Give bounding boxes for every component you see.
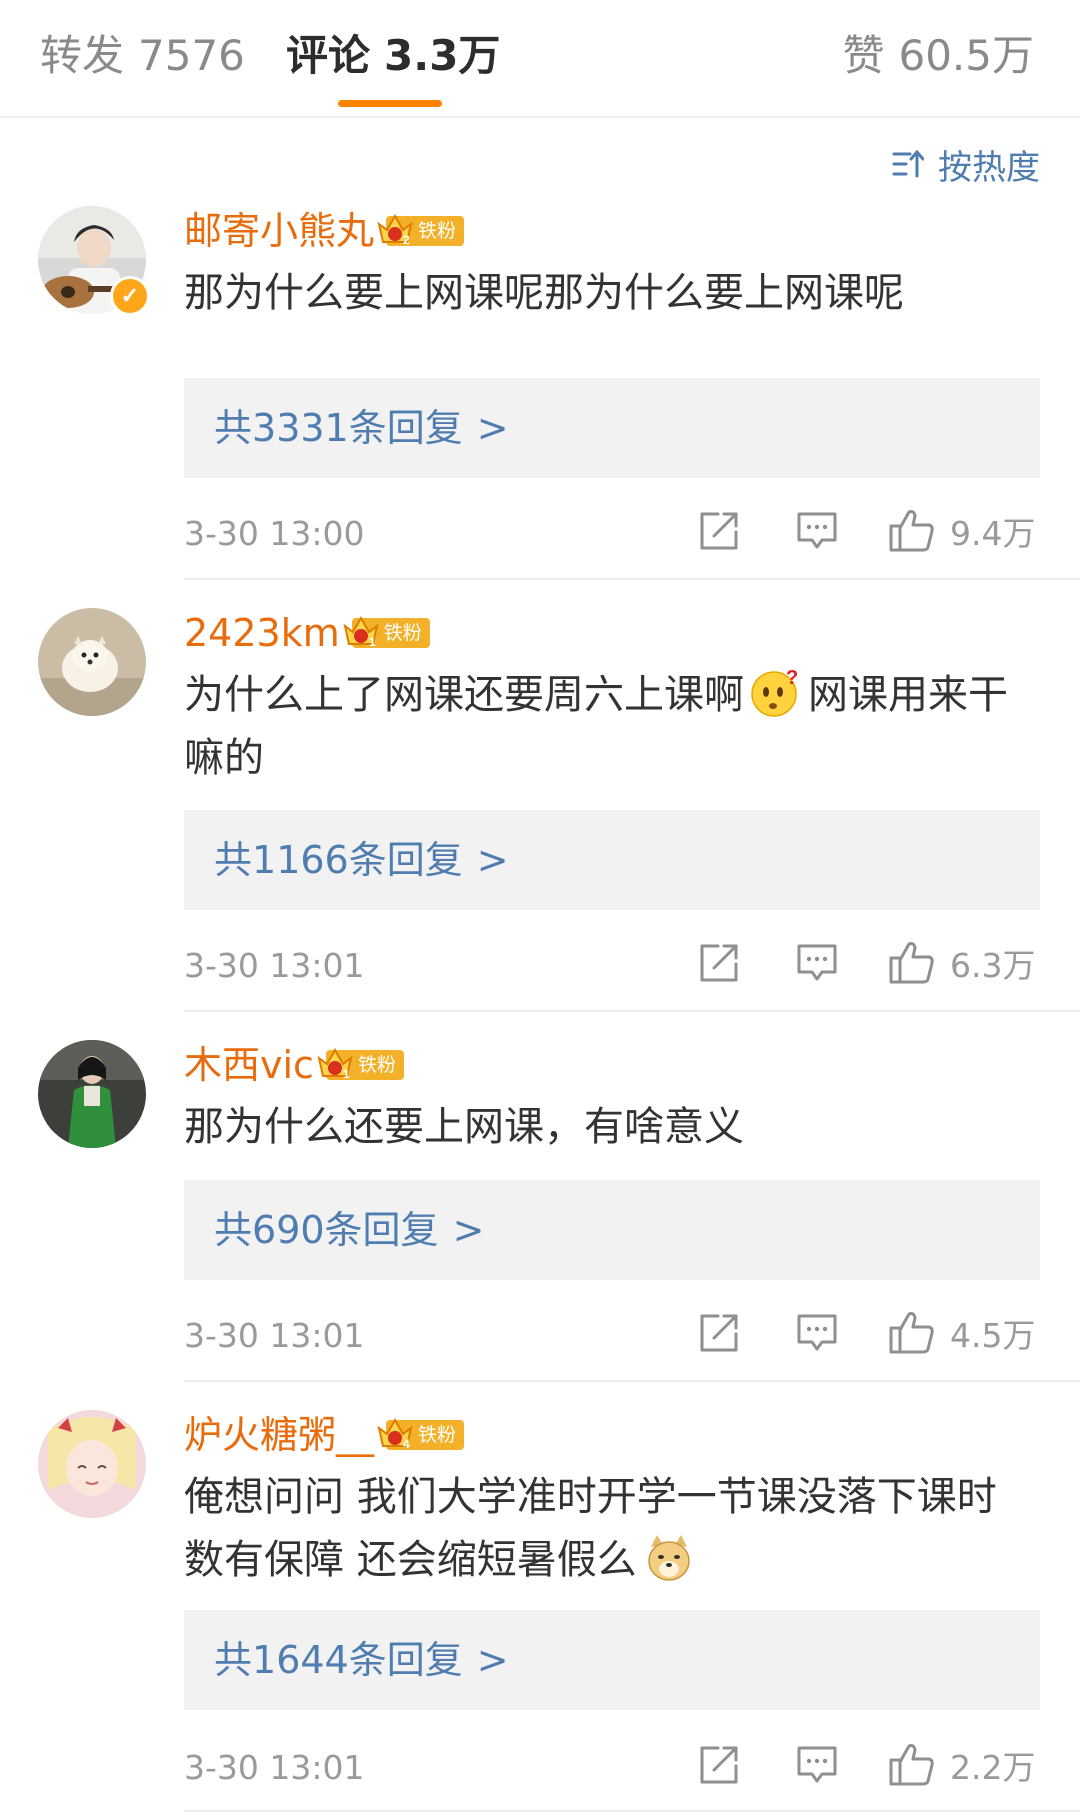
timestamp: 3-30 13:01 (184, 1316, 365, 1355)
avatar-image (38, 1410, 146, 1518)
reply-suffix: 条回复 (348, 406, 463, 450)
divider (184, 1810, 1080, 1812)
username[interactable]: 2423km (184, 608, 340, 658)
username[interactable]: 木西vic (184, 1040, 314, 1090)
thumbs-up-icon[interactable] (888, 938, 936, 986)
reply-suffix: 条回复 (348, 1638, 463, 1682)
like-count: 4.5万 (950, 1316, 1036, 1355)
svg-text:2: 2 (403, 233, 410, 246)
reply-count: 3331 (252, 406, 349, 450)
fan-badge[interactable]: 2 铁粉 (377, 213, 465, 246)
tab-likes-label: 赞 (842, 31, 885, 80)
username[interactable]: 邮寄小熊丸 (184, 206, 374, 256)
share-icon[interactable] (698, 1312, 740, 1354)
avatar[interactable]: ✓ (38, 206, 150, 316)
svg-text:?: ? (786, 667, 798, 689)
chevron-right-icon: > (476, 1638, 509, 1682)
tab-repost[interactable]: 转发 7576 (40, 30, 245, 82)
crown-icon: 4 (377, 1417, 413, 1450)
tab-comments-count: 3.3万 (384, 31, 501, 80)
fan-badge[interactable]: 1 铁粉 (317, 1047, 404, 1080)
timestamp: 3-30 13:00 (184, 514, 365, 553)
tab-repost-label: 转发 (40, 31, 125, 80)
thinking-emoji-icon: ? (751, 667, 798, 717)
avatar-image (38, 608, 146, 716)
chevron-right-icon: > (476, 838, 509, 882)
reply-count: 1166 (252, 838, 349, 882)
fan-badge[interactable]: 4 铁粉 (377, 1417, 465, 1450)
reply-prefix: 共 (214, 1638, 253, 1682)
reply-prefix: 共 (214, 1208, 253, 1252)
thumbs-up-icon[interactable] (888, 1308, 936, 1356)
avatar[interactable] (38, 1040, 146, 1148)
comment-icon[interactable] (796, 942, 838, 984)
tab-likes[interactable]: 赞 60.5万 (842, 30, 1034, 82)
comment-text-part: 为什么上了网课还要周六上课啊 (184, 672, 744, 718)
avatar[interactable] (38, 1410, 146, 1518)
comment-text: 那为什么还要上网课，有啥意义 (184, 1104, 744, 1150)
username[interactable]: 炉火糖粥__ (184, 1410, 374, 1460)
share-icon[interactable] (698, 1744, 740, 1786)
reply-prefix: 共 (214, 838, 253, 882)
thumbs-up-icon[interactable] (888, 1740, 936, 1788)
tab-comments-label: 评论 (286, 31, 371, 80)
fan-badge-label: 铁粉 (418, 220, 457, 242)
avatar[interactable] (38, 608, 146, 716)
crown-icon: 2 (377, 213, 413, 246)
view-replies-link[interactable]: 共1644条回复 > (214, 1634, 509, 1686)
sort-by-hot-button[interactable]: 按热度 (892, 140, 1040, 188)
replies-box[interactable]: 共1644条回复 > (184, 1610, 1040, 1710)
crown-icon: 1 (317, 1047, 353, 1080)
active-tab-indicator (338, 100, 442, 107)
comment-text-part: 俺想问问 我们大学准时开学一节课没落下课时数有保障 还会缩短暑假么 (184, 1474, 997, 1583)
avatar-image (38, 1040, 146, 1148)
reply-prefix: 共 (214, 406, 253, 450)
tab-likes-count: 60.5万 (898, 31, 1034, 80)
timestamp: 3-30 13:01 (184, 1748, 365, 1787)
doge-emoji-icon (647, 1535, 690, 1581)
svg-text:1: 1 (343, 1067, 350, 1080)
comment-icon[interactable] (796, 510, 838, 552)
divider (184, 1010, 1080, 1012)
reply-suffix: 条回复 (348, 838, 463, 882)
timestamp: 3-30 13:01 (184, 946, 365, 985)
like-count: 9.4万 (950, 514, 1036, 553)
fan-badge[interactable]: 1 铁粉 (343, 615, 430, 648)
replies-box[interactable]: 共1166条回复 > (184, 810, 1040, 910)
comment-text: 为什么上了网课还要周六上课啊 ? 网课用来干嘛的 (184, 664, 1024, 790)
comment-icon[interactable] (796, 1744, 838, 1786)
view-replies-link[interactable]: 共690条回复 > (214, 1204, 484, 1256)
reply-count: 1644 (252, 1638, 349, 1682)
svg-text:1: 1 (369, 635, 376, 648)
replies-box[interactable]: 共3331条回复 > (184, 378, 1040, 478)
divider (184, 1380, 1080, 1382)
share-icon[interactable] (698, 942, 740, 984)
comment-text: 那为什么要上网课呢那为什么要上网课呢 (184, 270, 904, 316)
reply-suffix: 条回复 (324, 1208, 439, 1252)
chevron-right-icon: > (452, 1208, 485, 1252)
fan-badge-label: 铁粉 (418, 1424, 457, 1446)
fan-badge-label: 铁粉 (357, 1054, 396, 1076)
fan-badge-label: 铁粉 (383, 622, 422, 644)
comment-icon[interactable] (796, 1312, 838, 1354)
crown-icon: 1 (343, 615, 379, 648)
replies-box[interactable]: 共690条回复 > (184, 1180, 1040, 1280)
like-count: 2.2万 (950, 1748, 1036, 1787)
tab-repost-count: 7576 (138, 31, 245, 80)
comment-text: 俺想问问 我们大学准时开学一节课没落下课时数有保障 还会缩短暑假么 (184, 1466, 1024, 1592)
sort-icon (892, 149, 924, 178)
verified-badge: ✓ (110, 276, 150, 316)
svg-text:4: 4 (403, 1437, 410, 1450)
view-replies-link[interactable]: 共3331条回复 > (214, 402, 509, 454)
like-count: 6.3万 (950, 946, 1036, 985)
divider (184, 578, 1080, 580)
comment-tabs: 转发 7576 评论 3.3万 赞 60.5万 (0, 0, 1080, 118)
view-replies-link[interactable]: 共1166条回复 > (214, 834, 509, 886)
tab-comments[interactable]: 评论 3.3万 (286, 30, 500, 82)
chevron-right-icon: > (476, 406, 509, 450)
reply-count: 690 (252, 1208, 325, 1252)
share-icon[interactable] (698, 510, 740, 552)
sort-label: 按热度 (938, 147, 1040, 188)
thumbs-up-icon[interactable] (888, 506, 936, 554)
